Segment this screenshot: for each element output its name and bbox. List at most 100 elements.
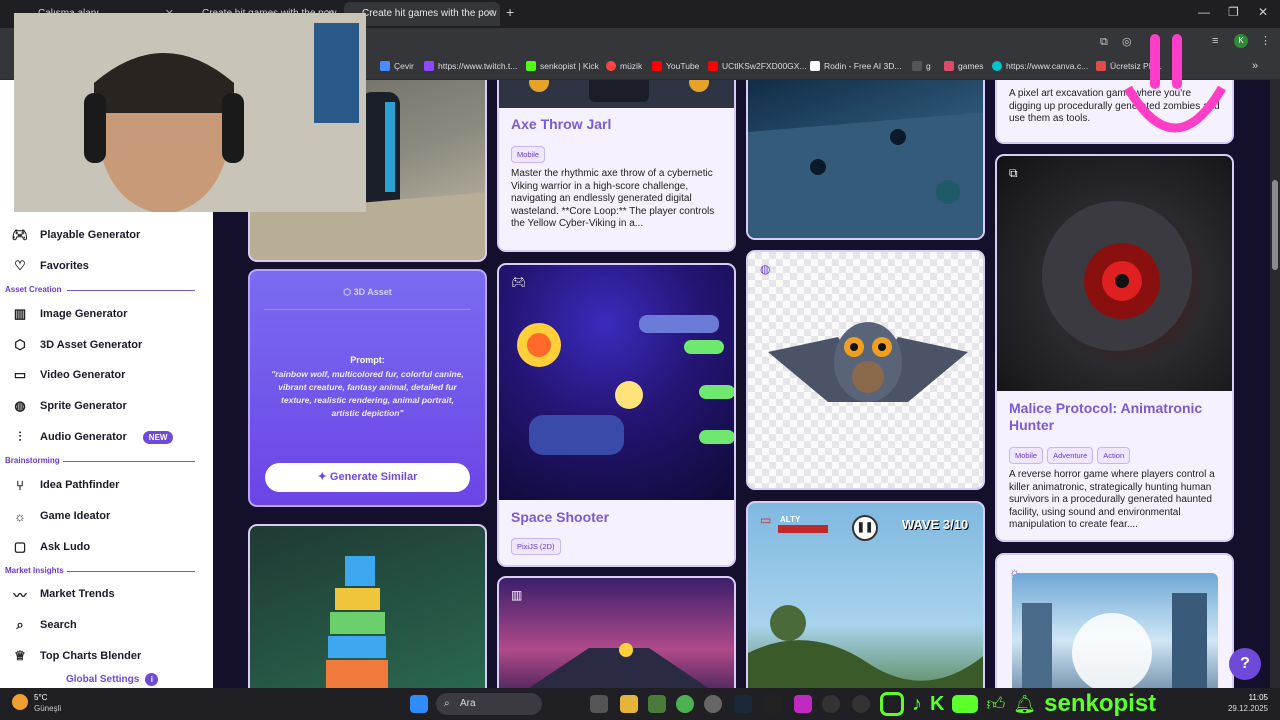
sidebar-item-playable-generator[interactable]: 🎮︎ Playable Generator	[12, 224, 141, 246]
folder-icon	[912, 61, 922, 71]
more-bookmarks-icon[interactable]: »	[1252, 60, 1258, 72]
sidebar-item-image-generator[interactable]: ▥ Image Generator	[12, 303, 128, 325]
animatronic-illustration	[1042, 201, 1192, 351]
chrome-icon[interactable]	[676, 695, 694, 713]
sidebar-item-label: Video Generator	[40, 369, 126, 381]
help-button[interactable]: ?	[1229, 648, 1261, 680]
pause-button[interactable]: ❚❚	[852, 515, 878, 541]
bookmark-item[interactable]: YouTube	[652, 61, 699, 71]
scrollbar-thumb[interactable]	[1272, 180, 1278, 270]
weather-place: Güneşli	[34, 704, 62, 713]
steam-icon[interactable]	[734, 695, 752, 713]
asset-prompt-card[interactable]: ⬡ 3D Asset Prompt: "rainbow wolf, multic…	[248, 269, 487, 507]
video-card-battle[interactable]	[746, 80, 985, 240]
translate-icon[interactable]: ⧉	[1100, 36, 1108, 49]
sidebar-item-game-ideator[interactable]: ☼ Game Ideator	[12, 505, 110, 527]
profile-avatar[interactable]: K	[1234, 34, 1248, 48]
card-tags: Mobile	[511, 144, 549, 163]
sparkle-icon: ✦	[317, 471, 330, 483]
window-close-icon[interactable]: ✕	[1258, 5, 1268, 19]
section-divider	[67, 571, 195, 572]
section-divider	[67, 290, 195, 291]
sidebar-item-audio-generator[interactable]: ⫶ Audio Generator NEW	[12, 426, 174, 448]
task-view-icon[interactable]	[590, 695, 608, 713]
search-icon: ⌕	[444, 698, 450, 709]
bookmark-item[interactable]: Rodin - Free AI 3D...	[810, 61, 901, 71]
game-card-malice-protocol[interactable]: ⧉ Malice Protocol: Animatronic Hunter Mo…	[995, 154, 1234, 542]
global-settings-link[interactable]: Global Settings i	[66, 673, 159, 686]
sidebar-item-label: Playable Generator	[40, 229, 141, 241]
sprite-card-owl[interactable]: ◍	[746, 250, 985, 490]
bookmark-item[interactable]: https://www.twitch.t...	[424, 61, 517, 71]
new-tab-button[interactable]: +	[506, 4, 514, 20]
card-title[interactable]: Space Shooter	[511, 509, 609, 525]
close-icon[interactable]: ✕	[485, 2, 494, 26]
path-icon: ⑂	[16, 477, 24, 493]
translate-icon	[380, 61, 390, 71]
minimize-icon[interactable]: —	[1198, 5, 1210, 19]
games-icon	[944, 61, 954, 71]
sidebar-item-search[interactable]: ⌕ Search	[12, 614, 76, 636]
page-scrollbar[interactable]	[1270, 80, 1280, 688]
bookmark-label: UCtlKSw2FXD00GX...	[722, 61, 807, 71]
bulb-icon: ☼	[14, 508, 26, 524]
kick-icon: K	[930, 692, 945, 715]
windows-taskbar: 5°C Güneşli ⌕ Ara ♪ K 👍︎ 🔔︎ senkopist 11:…	[0, 688, 1280, 720]
asset-card-header: ⬡ 3D Asset	[250, 287, 485, 298]
app-icon[interactable]	[794, 695, 812, 713]
clock-time: 11:05	[1248, 693, 1268, 702]
sidebar-item-label: Market Trends	[40, 588, 115, 600]
menu-icon[interactable]: ⋮	[1260, 34, 1271, 47]
sidebar-item-video-generator[interactable]: ▭ Video Generator	[12, 364, 126, 386]
card-title[interactable]: Malice Protocol: Animatronic Hunter	[1009, 400, 1220, 434]
video-icon: ▭	[760, 513, 772, 527]
generate-similar-button[interactable]: ✦ Generate Similar	[265, 463, 470, 492]
card-thumbnail: ▭ ALTY ❚❚ WAVE 3/10	[748, 503, 983, 688]
epic-games-icon[interactable]	[764, 695, 782, 713]
bookmark-item[interactable]: UCtlKSw2FXD00GX...	[708, 61, 807, 71]
file-explorer-icon[interactable]	[620, 695, 638, 713]
sidebar-item-idea-pathfinder[interactable]: ⑂ Idea Pathfinder	[12, 474, 119, 496]
game-card-axe-throw-jarl[interactable]: Axe Throw Jarl Mobile Master the rhythmi…	[497, 80, 736, 252]
hp-label: ALTY	[780, 515, 801, 524]
sidebar-item-label: Game Ideator	[40, 510, 111, 522]
restore-icon[interactable]: ❐	[1228, 5, 1239, 19]
audio-icon: ⫶	[18, 429, 22, 444]
start-icon[interactable]	[410, 695, 428, 713]
sidebar-item-3d-asset-generator[interactable]: ⬡ 3D Asset Generator	[12, 334, 142, 356]
stream-handle: senkopist	[1044, 690, 1157, 717]
unreal-icon[interactable]	[822, 695, 840, 713]
sidebar-item-sprite-generator[interactable]: ◍ Sprite Generator	[12, 395, 126, 417]
app-icon[interactable]	[648, 695, 666, 713]
sidebar-item-market-trends[interactable]: 〰 Market Trends	[12, 583, 115, 605]
taskbar-search[interactable]: ⌕ Ara	[436, 693, 542, 715]
bookmark-item[interactable]: senkopist | Kick	[526, 61, 599, 71]
tab-create-hit-games-active[interactable]: Create hit games with the pow ✕	[344, 2, 500, 26]
game-card-block-stack[interactable]: 🎮︎	[248, 524, 487, 688]
bookmark-item[interactable]: Çevir	[380, 61, 414, 71]
card-title[interactable]: Axe Throw Jarl	[511, 116, 611, 132]
bookmark-label: YouTube	[666, 61, 700, 71]
unreal-icon[interactable]	[852, 695, 870, 713]
bookmark-item[interactable]: g	[912, 61, 931, 71]
info-icon: i	[145, 673, 159, 686]
cube-icon: ⬡	[343, 287, 354, 297]
image-icon: ▥	[511, 588, 523, 602]
bookmark-item[interactable]: games	[944, 61, 984, 71]
instagram-icon	[880, 692, 904, 716]
asset-card-type: 3D Asset	[353, 287, 392, 297]
youtube-icon	[952, 695, 979, 713]
sidebar-item-ask-ludo[interactable]: ▢ Ask Ludo	[12, 536, 90, 558]
sidebar-item-top-charts-blender[interactable]: ♕ Top Charts Blender	[12, 645, 141, 667]
bookmark-item[interactable]: müzik	[606, 61, 642, 71]
sidebar-item-favorites[interactable]: ♡ Favorites	[12, 255, 89, 277]
idea-card-city-splash[interactable]: ☼	[995, 553, 1234, 688]
stream-logo-overlay	[1124, 34, 1226, 133]
tag-chip: Adventure	[1047, 447, 1094, 464]
image-card-road[interactable]: ▥	[497, 576, 736, 688]
video-card-wave[interactable]: ▭ ALTY ❚❚ WAVE 3/10	[746, 501, 985, 688]
bookmark-item[interactable]: https://www.canva.c...	[992, 61, 1088, 71]
bookmark-label: https://www.canva.c...	[1006, 61, 1089, 71]
game-card-space-shooter[interactable]: 🎮︎ Space Shooter PixiJS (2D)	[497, 263, 736, 567]
app-icon[interactable]	[704, 695, 722, 713]
